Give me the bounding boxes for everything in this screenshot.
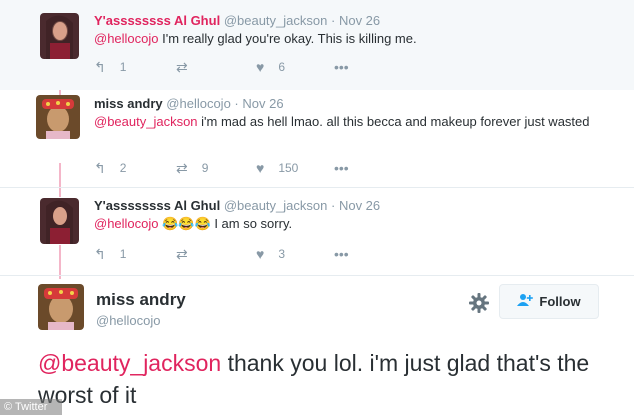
emoji-laughing: 😂😂😂 (162, 216, 211, 231)
reply-button[interactable]: ↰ 1 (94, 60, 126, 74)
retweet-icon: ⇄ (176, 59, 188, 75)
timestamp[interactable]: Nov 26 (339, 13, 380, 28)
tweet[interactable]: Y'assssssss Al Ghul @beauty_jackson · No… (0, 187, 634, 275)
separator-dot: · (234, 96, 239, 111)
tweet-text: @hellocojo 😂😂😂 I am so sorry. (94, 215, 292, 233)
tweet-body: I'm really glad you're okay. This is kil… (158, 31, 417, 46)
gear-icon[interactable] (468, 292, 490, 314)
reply-count: 2 (119, 161, 127, 175)
avatar[interactable] (38, 284, 84, 330)
like-button[interactable]: ♥ 3 (256, 247, 285, 261)
reply-button[interactable]: ↰ 2 (94, 161, 126, 175)
mention-link[interactable]: @hellocojo (94, 216, 159, 231)
username[interactable]: @beauty_jackson (224, 13, 328, 28)
reply-count: 1 (119, 60, 127, 74)
display-name[interactable]: miss andry (94, 96, 163, 111)
retweet-icon: ⇄ (176, 160, 188, 176)
display-name[interactable]: miss andry (96, 290, 186, 310)
separator-dot: · (330, 198, 336, 213)
heart-icon: ♥ (256, 246, 265, 262)
retweet-button[interactable]: ⇄ (176, 247, 194, 261)
mention-link[interactable]: @hellocojo (94, 31, 159, 46)
watermark: © Twitter (0, 399, 62, 415)
like-count: 150 (278, 161, 299, 175)
main-tweet-text: @beauty_jackson thank you lol. i'm just … (38, 347, 628, 411)
add-user-icon (517, 293, 534, 310)
more-icon: ••• (334, 59, 349, 75)
more-icon: ••• (334, 160, 349, 176)
tweet-text: @beauty_jackson i'm mad as hell lmao. al… (94, 113, 614, 131)
tweet[interactable]: miss andry @hellocojo · Nov 26 @beauty_j… (0, 90, 634, 187)
tweet[interactable]: Y'assssssss Al Ghul @beauty_jackson · No… (0, 0, 634, 90)
more-icon: ••• (334, 246, 349, 262)
username[interactable]: @beauty_jackson (224, 198, 328, 213)
timestamp[interactable]: Nov 26 (242, 96, 283, 111)
timestamp[interactable]: Nov 26 (339, 198, 380, 213)
display-name[interactable]: Y'assssssss Al Ghul (94, 198, 220, 213)
like-button[interactable]: ♥ 6 (256, 60, 285, 74)
mention-link[interactable]: @beauty_jackson (38, 350, 221, 376)
tweet-text: @hellocojo I'm really glad you're okay. … (94, 30, 417, 48)
follow-button[interactable]: Follow (499, 284, 599, 319)
heart-icon: ♥ (256, 59, 265, 75)
username[interactable]: @hellocojo (96, 313, 161, 328)
avatar[interactable] (36, 95, 80, 139)
reply-button[interactable]: ↰ 1 (94, 247, 126, 261)
separator-dot: · (330, 13, 336, 28)
retweet-icon: ⇄ (176, 246, 188, 262)
retweet-count: 9 (201, 161, 209, 175)
tweet-body: I am so sorry. (210, 216, 293, 231)
display-name[interactable]: Y'assssssss Al Ghul (94, 13, 220, 28)
mention-link[interactable]: @beauty_jackson (94, 114, 198, 129)
more-button[interactable]: ••• (334, 60, 349, 74)
reply-icon: ↰ (94, 59, 106, 75)
avatar[interactable] (40, 13, 79, 59)
more-button[interactable]: ••• (334, 161, 349, 175)
retweet-button[interactable]: ⇄ (176, 60, 194, 74)
retweet-button[interactable]: ⇄ 9 (176, 161, 208, 175)
heart-icon: ♥ (256, 160, 265, 176)
avatar[interactable] (40, 198, 79, 244)
like-count: 6 (278, 60, 285, 74)
username[interactable]: @hellocojo (166, 96, 231, 111)
reply-count: 1 (119, 247, 127, 261)
follow-label: Follow (539, 294, 581, 309)
reply-icon: ↰ (94, 160, 106, 176)
like-count: 3 (278, 247, 285, 261)
like-button[interactable]: ♥ 150 (256, 161, 298, 175)
more-button[interactable]: ••• (334, 247, 349, 261)
tweet-body: i'm mad as hell lmao. all this becca and… (197, 114, 590, 129)
reply-icon: ↰ (94, 246, 106, 262)
divider (0, 275, 634, 276)
